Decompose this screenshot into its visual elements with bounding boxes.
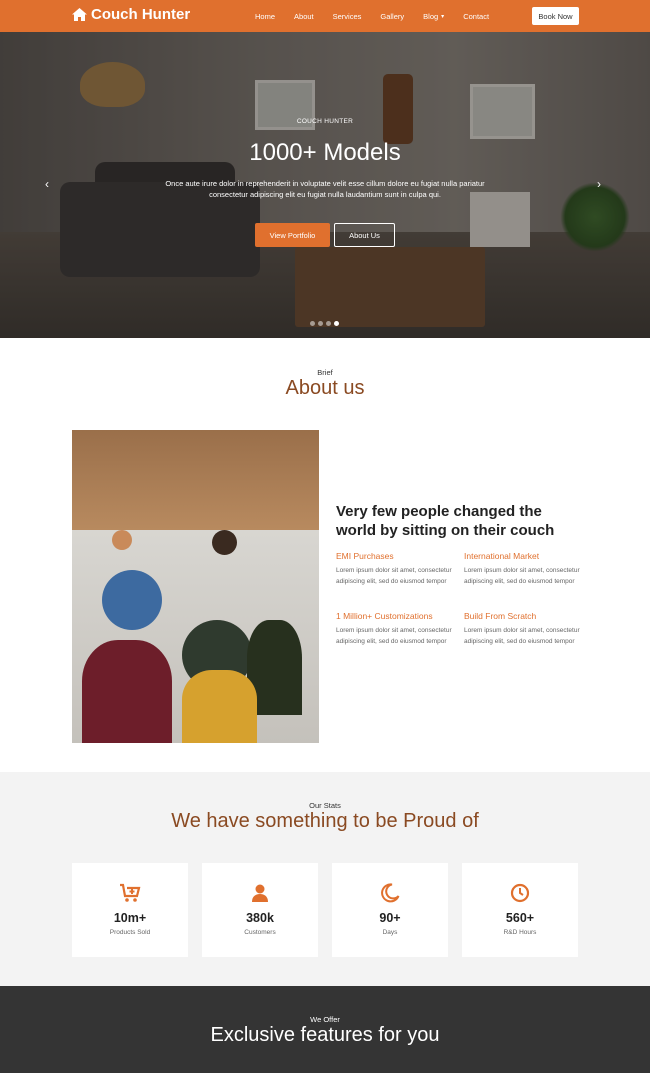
top-navbar: Couch Hunter Home About Services Gallery… xyxy=(0,0,650,32)
user-icon xyxy=(252,884,268,902)
carousel-indicators xyxy=(310,321,342,326)
book-now-button[interactable]: Book Now xyxy=(532,7,579,25)
stat-label: R&D Hours xyxy=(503,929,537,936)
nav-item-about[interactable]: About xyxy=(294,12,314,21)
stat-card: 10m+ Products Sold xyxy=(72,863,188,957)
team-photo xyxy=(72,430,319,743)
stat-label: Customers xyxy=(244,929,276,936)
nav-item-services[interactable]: Services xyxy=(333,12,362,21)
clock-icon xyxy=(510,883,530,903)
hero-carousel: COUCH HUNTER 1000+ Models Once aute irur… xyxy=(0,32,650,338)
nav-item-home[interactable]: Home xyxy=(255,12,275,21)
nav-item-blog-label: Blog xyxy=(423,11,439,21)
carousel-dot[interactable] xyxy=(310,321,315,326)
about-title: About us xyxy=(285,377,365,399)
moon-icon xyxy=(381,883,400,903)
brand-logo[interactable]: Couch Hunter xyxy=(72,6,190,23)
feature-title: Build From Scratch xyxy=(464,611,537,621)
home-icon xyxy=(72,8,87,21)
carousel-dot[interactable] xyxy=(318,321,323,326)
stat-card: 560+ R&D Hours xyxy=(462,863,578,957)
hero-eyebrow: COUCH HUNTER xyxy=(296,118,354,125)
nav-item-gallery[interactable]: Gallery xyxy=(380,12,404,21)
stat-label: Products Sold xyxy=(109,929,151,936)
feature-item: Build From Scratch Lorem ipsum dolor sit… xyxy=(464,611,584,647)
feature-title: International Market xyxy=(464,551,540,561)
stats-title: We have something to be Proud of xyxy=(171,810,479,832)
stat-value: 90+ xyxy=(379,911,401,925)
feature-text: Lorem ipsum dolor sit amet, consectetur … xyxy=(464,567,580,585)
feature-title: 1 Million+ Customizations xyxy=(336,611,433,621)
feature-item: EMI Purchases Lorem ipsum dolor sit amet… xyxy=(336,551,456,587)
stat-label: Days xyxy=(382,929,398,936)
feature-item: International Market Lorem ipsum dolor s… xyxy=(464,551,584,587)
about-us-button[interactable]: About Us xyxy=(334,223,395,247)
offer-eyebrow: We Offer xyxy=(310,1015,340,1024)
feature-item: 1 Million+ Customizations Lorem ipsum do… xyxy=(336,611,456,647)
brand-name: Couch Hunter xyxy=(91,6,191,23)
stat-card: 90+ Days xyxy=(332,863,448,957)
stat-value: 380k xyxy=(246,911,274,925)
chevron-left-icon[interactable]: ‹ xyxy=(45,177,49,191)
carousel-dot[interactable] xyxy=(326,321,331,326)
about-eyebrow: Brief xyxy=(317,368,333,377)
chevron-right-icon[interactable]: › xyxy=(597,177,601,191)
stat-value: 10m+ xyxy=(113,911,147,925)
view-portfolio-button[interactable]: View Portfolio xyxy=(255,223,330,247)
stats-eyebrow: Our Stats xyxy=(309,801,341,810)
stat-value: 560+ xyxy=(505,911,535,925)
cart-plus-icon xyxy=(120,883,141,902)
feature-text: Lorem ipsum dolor sit amet, consectetur … xyxy=(336,567,452,585)
feature-text: Lorem ipsum dolor sit amet, consectetur … xyxy=(464,627,580,645)
stat-card: 380k Customers xyxy=(202,863,318,957)
offer-title: Exclusive features for you xyxy=(210,1024,440,1046)
nav-item-blog[interactable]: Blog ▾ xyxy=(423,12,444,21)
feature-text: Lorem ipsum dolor sit amet, consectetur … xyxy=(336,627,452,645)
chevron-down-icon: ▾ xyxy=(441,13,445,20)
hero-title: 1000+ Models xyxy=(249,139,401,166)
carousel-dot-active[interactable] xyxy=(334,321,339,326)
nav-item-contact[interactable]: Contact xyxy=(463,12,489,21)
about-heading: Very few people changed the world by sit… xyxy=(336,503,555,539)
hero-description: Once aute irure dolor in reprehenderit i… xyxy=(165,179,485,199)
feature-title: EMI Purchases xyxy=(336,551,394,561)
main-menu: Home About Services Gallery Blog ▾ Conta… xyxy=(255,0,508,32)
